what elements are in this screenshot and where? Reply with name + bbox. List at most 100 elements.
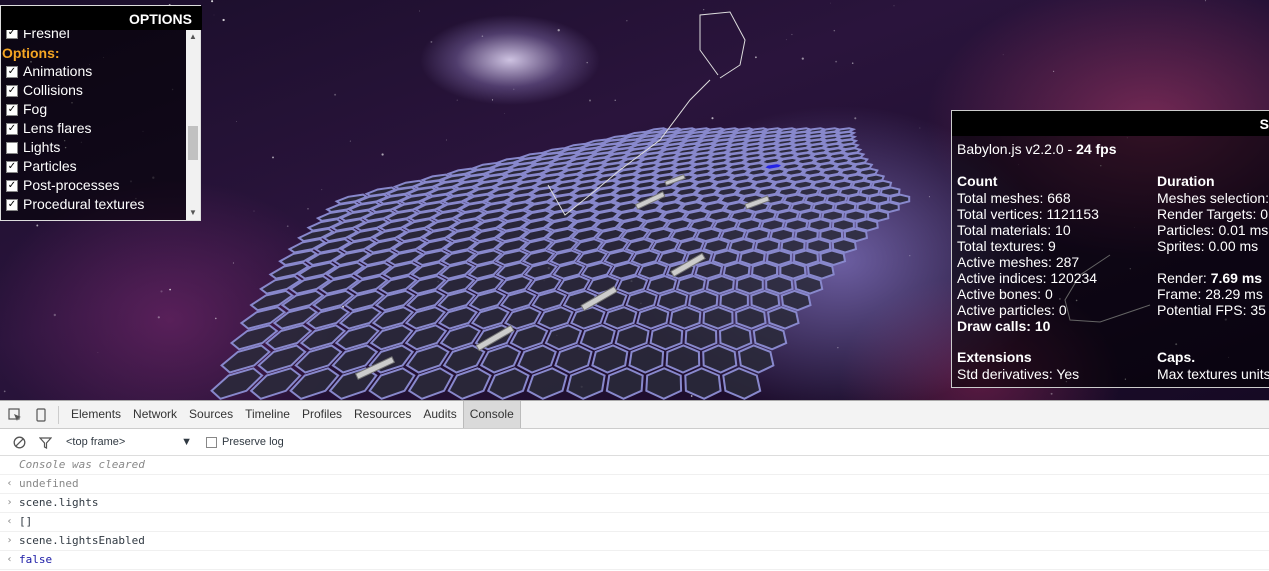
- star: [1002, 54, 1004, 56]
- console-line: › scene.lights: [0, 494, 1269, 513]
- console-text: undefined: [19, 477, 79, 490]
- option-item[interactable]: ✓ Lens flares: [1, 119, 187, 138]
- preserve-log-toggle[interactable]: Preserve log: [206, 436, 284, 448]
- console-line: Console was cleared: [0, 456, 1269, 475]
- frame-select[interactable]: <top frame> ▼: [66, 436, 192, 448]
- tab-timeline[interactable]: Timeline: [239, 401, 296, 428]
- hex-tile: [722, 261, 751, 280]
- babylon-canvas[interactable]: OPTIONS ✓ Fresnel Options: ✓ Animations ✓ C…: [0, 0, 1269, 400]
- option-item[interactable]: Lights: [1, 138, 187, 157]
- star: [321, 189, 323, 191]
- option-checkbox[interactable]: [6, 141, 18, 154]
- caps-heading: Caps.: [1157, 349, 1196, 365]
- star: [854, 117, 857, 120]
- clear-console-icon[interactable]: [8, 431, 30, 453]
- option-item[interactable]: ✓ Post-processes: [1, 176, 187, 195]
- star: [36, 224, 39, 227]
- tab-elements[interactable]: Elements: [65, 401, 127, 428]
- scroll-up-icon[interactable]: ▲: [186, 30, 200, 44]
- star: [919, 127, 921, 129]
- fps-value: 24 fps: [1076, 141, 1117, 157]
- options-panel: OPTIONS ✓ Fresnel Options: ✓ Animations ✓ C…: [0, 5, 202, 221]
- hex-tile: [368, 367, 416, 400]
- console-line: ‹ []: [0, 513, 1269, 532]
- std-derivatives: Std derivatives: Yes: [957, 366, 1080, 382]
- inspect-element-icon[interactable]: [4, 404, 26, 426]
- hex-tile: [855, 218, 879, 232]
- console-output[interactable]: Console was cleared ‹ undefined › scene.ligh…: [0, 456, 1269, 570]
- star: [253, 210, 255, 212]
- duration-rows: Meshes selection: Render Targets: 0 Partic…: [1157, 190, 1269, 254]
- hex-tile: [831, 218, 855, 232]
- hex-tile: [752, 324, 788, 351]
- tab-profiles[interactable]: Profiles: [296, 401, 348, 428]
- hex-tile: [628, 344, 665, 374]
- option-checkbox[interactable]: ✓: [6, 84, 18, 97]
- option-item[interactable]: ✓ Procedural textures: [1, 195, 187, 214]
- star: [754, 56, 757, 59]
- count-row: Active meshes: 287: [957, 254, 1080, 270]
- options-scrollbar[interactable]: ▲ ▼: [186, 30, 200, 220]
- extensions-heading: Extensions: [957, 349, 1032, 365]
- blank-icon: [0, 456, 19, 474]
- options-items: ✓ Animations ✓ Collisions ✓ Fog ✓ Lens flares Li…: [1, 62, 187, 214]
- hex-tile: [649, 324, 684, 351]
- count-row: Active particles: 0: [957, 302, 1067, 318]
- option-checkbox[interactable]: ✓: [6, 198, 18, 211]
- scroll-thumb[interactable]: [188, 126, 198, 160]
- star: [504, 113, 505, 114]
- hex-tile: [754, 238, 781, 254]
- filter-icon[interactable]: [34, 431, 56, 453]
- stats-title: S: [952, 111, 1269, 136]
- duration-row: Meshes selection:: [1157, 190, 1269, 206]
- hex-tile: [404, 324, 448, 351]
- option-checkbox[interactable]: ✓: [6, 65, 18, 78]
- option-fresnel[interactable]: ✓ Fresnel: [1, 30, 187, 41]
- preserve-log-checkbox[interactable]: [206, 436, 217, 448]
- console-text: Console was cleared: [19, 458, 145, 471]
- hex-tile: [705, 275, 735, 295]
- option-checkbox[interactable]: ✓: [6, 103, 18, 116]
- count-heading: Count: [957, 173, 998, 189]
- count-row: Total materials: 10: [957, 222, 1071, 238]
- hex-tile: [407, 367, 454, 400]
- star: [711, 117, 714, 120]
- option-item[interactable]: ✓ Collisions: [1, 81, 187, 100]
- hex-tile: [794, 275, 824, 295]
- option-checkbox[interactable]: ✓: [6, 179, 18, 192]
- hex-grid: [210, 127, 911, 400]
- stats-panel: S Babylon.js v2.2.0 - 24 fps Count Total…: [951, 110, 1269, 388]
- device-mode-icon[interactable]: [30, 404, 52, 426]
- star: [213, 14, 215, 16]
- option-checkbox[interactable]: ✓: [6, 160, 18, 173]
- hex-tile: [806, 238, 832, 254]
- hex-tile: [765, 249, 793, 267]
- count-row: Total textures: 9: [957, 238, 1056, 254]
- option-checkbox[interactable]: ✓: [6, 122, 18, 135]
- star: [893, 5, 895, 7]
- hex-tile: [807, 218, 832, 232]
- scroll-down-icon[interactable]: ▼: [186, 206, 200, 220]
- engine-version: Babylon.js v2.2.0 - 24 fps: [957, 141, 1117, 157]
- star: [589, 99, 591, 102]
- caps-column: Caps. Max textures units: [1157, 349, 1269, 382]
- option-item[interactable]: ✓ Particles: [1, 157, 187, 176]
- tab-console[interactable]: Console: [462, 401, 521, 428]
- tab-audits[interactable]: Audits: [417, 401, 462, 428]
- option-item[interactable]: ✓ Animations: [1, 62, 187, 81]
- tab-resources[interactable]: Resources: [348, 401, 417, 428]
- hex-tile: [645, 367, 683, 400]
- star: [909, 255, 911, 257]
- hex-tile: [735, 306, 767, 330]
- tab-sources[interactable]: Sources: [183, 401, 239, 428]
- checkbox-fresnel[interactable]: ✓: [6, 30, 18, 39]
- hex-tile: [793, 249, 819, 267]
- star: [481, 35, 484, 37]
- tab-network[interactable]: Network: [127, 401, 183, 428]
- star: [97, 352, 99, 353]
- option-label: Lens flares: [23, 120, 92, 136]
- option-label: Post-processes: [23, 177, 120, 193]
- console-line: › scene.lightsEnabled: [0, 532, 1269, 551]
- option-item[interactable]: ✓ Fog: [1, 100, 187, 119]
- star: [703, 9, 705, 11]
